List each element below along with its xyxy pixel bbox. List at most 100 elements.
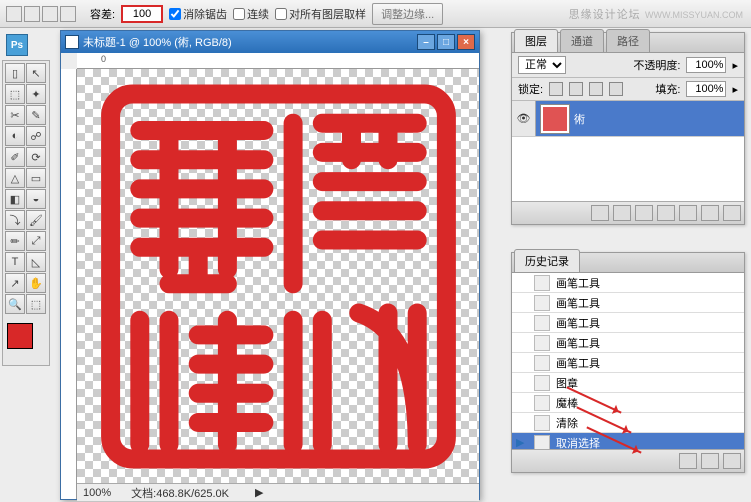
tool-button[interactable]: ◺ (26, 252, 46, 272)
history-step-icon (534, 335, 550, 351)
tool-button[interactable]: ⤢ (26, 231, 46, 251)
layers-tabs: 图层 通道 路径 (512, 33, 744, 53)
tool-button[interactable]: ⬚ (5, 84, 25, 104)
history-item[interactable]: 画笔工具 (512, 313, 744, 333)
tool-button[interactable]: ⤵ (5, 210, 25, 230)
layers-footer (512, 201, 744, 224)
delete-state-icon[interactable] (723, 453, 741, 469)
history-step-label: 画笔工具 (556, 315, 600, 331)
history-step-label: 魔棒 (556, 395, 578, 411)
toolbox: ▯↖⬚✦✂✎◐☍✐⟳△▭◧◒⤵🖌✏⤢T◺↗✋🔍⬚ (2, 60, 50, 366)
tool-button[interactable]: ✂ (5, 105, 25, 125)
canvas-area[interactable] (77, 69, 479, 483)
antialias-checkbox[interactable]: 消除锯齿 (169, 6, 227, 22)
opacity-input[interactable] (686, 57, 726, 73)
document-titlebar[interactable]: 未标题-1 @ 100% (術, RGB/8) – □ × (61, 31, 479, 53)
document-title: 未标题-1 @ 100% (術, RGB/8) (83, 34, 415, 50)
tool-button[interactable]: ✋ (26, 273, 46, 293)
lock-paint-icon[interactable] (569, 82, 583, 96)
new-layer-icon[interactable] (701, 205, 719, 221)
tool-button[interactable]: ⟳ (26, 147, 46, 167)
tool-button[interactable]: ✏ (5, 231, 25, 251)
tool-button[interactable]: ◒ (26, 189, 46, 209)
tool-button[interactable]: ⬚ (26, 294, 46, 314)
history-step-icon (534, 315, 550, 331)
tab-layers[interactable]: 图层 (514, 29, 558, 52)
foreground-color-swatch[interactable] (7, 323, 33, 349)
history-item[interactable]: 魔棒 (512, 393, 744, 413)
history-step-icon (534, 355, 550, 371)
history-panel: 历史记录 画笔工具画笔工具画笔工具画笔工具画笔工具图章魔棒清除▶取消选择 (511, 252, 745, 473)
tool-button[interactable]: ▭ (26, 168, 46, 188)
tool-button[interactable]: T (5, 252, 25, 272)
lock-transparency-icon[interactable] (549, 82, 563, 96)
new-snapshot-icon[interactable] (679, 453, 697, 469)
fill-input[interactable] (686, 81, 726, 97)
layer-thumbnail[interactable] (540, 104, 570, 134)
fill-label: 填充: (655, 81, 680, 97)
layer-item[interactable]: 👁 術 (512, 101, 744, 137)
tool-button[interactable]: 🖌 (26, 210, 46, 230)
history-item[interactable]: 画笔工具 (512, 293, 744, 313)
layers-panel: 图层 通道 路径 正常 不透明度: ▸ 锁定: 填充: ▸ 👁 術 (511, 32, 745, 225)
history-item[interactable]: 画笔工具 (512, 273, 744, 293)
fill-arrow-icon[interactable]: ▸ (732, 83, 738, 96)
tool-button[interactable]: ◐ (5, 126, 25, 146)
ruler-horizontal[interactable] (77, 53, 479, 69)
tab-channels[interactable]: 通道 (560, 29, 604, 52)
new-group-icon[interactable] (679, 205, 697, 221)
tool-button[interactable]: ↗ (5, 273, 25, 293)
app-icon: Ps (6, 34, 28, 56)
visibility-toggle-icon[interactable]: 👁 (512, 101, 536, 136)
minimize-button[interactable]: – (417, 34, 435, 50)
tolerance-input[interactable] (121, 5, 163, 23)
tool-button[interactable]: ◧ (5, 189, 25, 209)
lock-move-icon[interactable] (589, 82, 603, 96)
color-swatches[interactable] (5, 321, 47, 363)
info-arrow-icon[interactable]: ▶ (255, 486, 263, 499)
lock-all-icon[interactable] (609, 82, 623, 96)
history-item[interactable]: 图章 (512, 373, 744, 393)
new-document-icon[interactable] (701, 453, 719, 469)
current-state-icon: ▶ (516, 436, 528, 449)
history-step-icon (534, 395, 550, 411)
tool-button[interactable]: ✎ (26, 105, 46, 125)
contiguous-checkbox[interactable]: 连续 (233, 6, 269, 22)
tool-button[interactable]: ✐ (5, 147, 25, 167)
zoom-level[interactable]: 100% (83, 487, 111, 499)
file-info: 文档:468.8K/625.0K (131, 485, 229, 501)
tool-button[interactable]: △ (5, 168, 25, 188)
tolerance-label: 容差: (90, 6, 115, 22)
history-step-label: 取消选择 (556, 435, 600, 450)
tool-button[interactable]: ☍ (26, 126, 46, 146)
history-item[interactable]: 画笔工具 (512, 353, 744, 373)
ruler-vertical[interactable] (61, 69, 77, 499)
layer-style-icon[interactable] (613, 205, 631, 221)
tool-button[interactable]: ▯ (5, 63, 25, 83)
layer-mask-icon[interactable] (635, 205, 653, 221)
link-layers-icon[interactable] (591, 205, 609, 221)
history-step-label: 画笔工具 (556, 275, 600, 291)
tool-button[interactable]: ✦ (26, 84, 46, 104)
adjustment-layer-icon[interactable] (657, 205, 675, 221)
blend-mode-select[interactable]: 正常 (518, 56, 566, 74)
tool-button[interactable]: ↖ (26, 63, 46, 83)
history-step-label: 画笔工具 (556, 295, 600, 311)
delete-layer-icon[interactable] (723, 205, 741, 221)
opacity-label: 不透明度: (633, 57, 680, 73)
history-step-label: 清除 (556, 415, 578, 431)
document-window: 未标题-1 @ 100% (術, RGB/8) – □ × 100% (60, 30, 480, 500)
refine-edge-button[interactable]: 调整边缘... (372, 3, 443, 25)
layer-name[interactable]: 術 (574, 111, 585, 127)
history-step-icon (534, 375, 550, 391)
sample-all-checkbox[interactable]: 对所有图层取样 (275, 6, 366, 22)
tab-history[interactable]: 历史记录 (514, 249, 580, 272)
tool-button[interactable]: 🔍 (5, 294, 25, 314)
maximize-button[interactable]: □ (437, 34, 455, 50)
selection-mode-icons[interactable] (6, 6, 76, 22)
history-item[interactable]: 画笔工具 (512, 333, 744, 353)
close-button[interactable]: × (457, 34, 475, 50)
opacity-arrow-icon[interactable]: ▸ (732, 59, 738, 72)
tab-paths[interactable]: 路径 (606, 29, 650, 52)
seal-artwork (96, 79, 461, 474)
